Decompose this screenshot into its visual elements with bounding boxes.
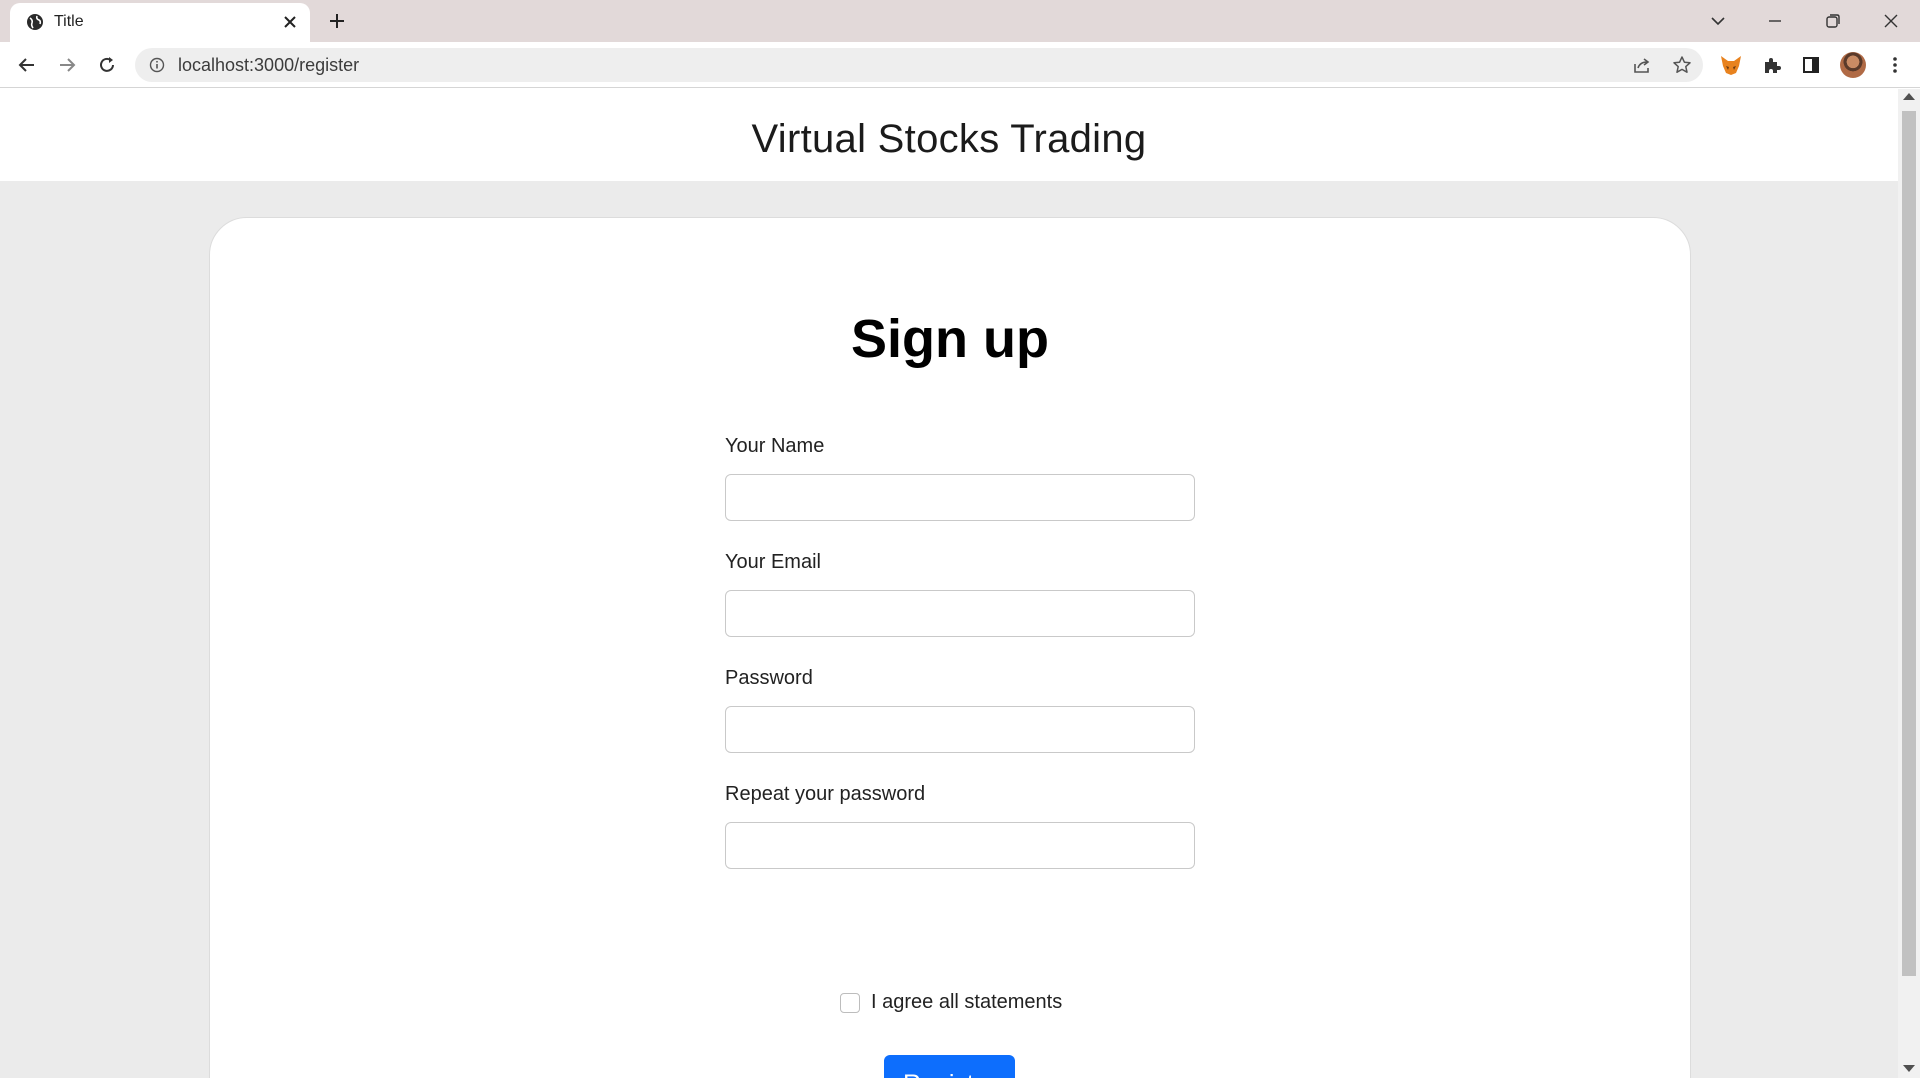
side-panel-icon[interactable] [1798, 52, 1824, 78]
fox-extension-icon[interactable] [1718, 52, 1744, 78]
forward-arrow-icon[interactable] [52, 50, 82, 80]
puzzle-icon[interactable] [1759, 52, 1785, 78]
scroll-up-arrow-icon[interactable] [1903, 93, 1915, 100]
address-bar[interactable]: localhost:3000/register [135, 48, 1703, 82]
star-icon[interactable] [1671, 54, 1693, 76]
url-text[interactable]: localhost:3000/register [178, 55, 359, 75]
register-button[interactable]: Register [884, 1055, 1015, 1078]
vertical-scrollbar[interactable] [1898, 89, 1920, 1078]
password-label: Password [725, 667, 813, 689]
site-header: Virtual Stocks Trading [0, 89, 1898, 181]
scrollbar-thumb[interactable] [1902, 111, 1916, 976]
back-arrow-icon[interactable] [12, 50, 42, 80]
browser-toolbar: localhost:3000/register [0, 42, 1920, 88]
signup-card: Sign up Your Name Your Email Password Re… [209, 217, 1691, 1078]
restore-icon[interactable] [1818, 6, 1848, 36]
browser-title-bar: Title [0, 0, 1920, 42]
chevron-down-icon[interactable] [1703, 6, 1733, 36]
agree-checkbox[interactable] [840, 992, 860, 1013]
avatar[interactable] [1840, 52, 1866, 78]
globe-icon [25, 12, 45, 32]
plus-icon[interactable] [325, 9, 349, 33]
email-label: Your Email [725, 551, 821, 573]
share-icon[interactable] [1631, 54, 1653, 76]
agree-label[interactable]: I agree all statements [871, 991, 1062, 1014]
kebab-menu-icon[interactable] [1882, 52, 1908, 78]
agree-row: I agree all statements [840, 991, 1062, 1014]
site-title: Virtual Stocks Trading [751, 116, 1147, 161]
name-field[interactable] [725, 474, 1195, 521]
reload-icon[interactable] [92, 50, 122, 80]
name-label: Your Name [725, 435, 825, 457]
password-field[interactable] [725, 706, 1195, 753]
minimize-icon[interactable] [1760, 6, 1790, 36]
repeat-password-field[interactable] [725, 822, 1195, 869]
name-group: Your Name [725, 433, 1195, 521]
repeat-password-group: Repeat your password [725, 781, 1195, 869]
signup-form: Your Name Your Email Password Repeat you… [725, 433, 1195, 897]
close-icon[interactable] [280, 12, 300, 32]
page-title: Sign up [851, 309, 1049, 369]
scroll-down-arrow-icon[interactable] [1903, 1065, 1915, 1072]
page-viewport: Virtual Stocks Trading Sign up Your Name… [0, 89, 1898, 1078]
close-window-icon[interactable] [1876, 6, 1906, 36]
repeat-password-label: Repeat your password [725, 783, 926, 805]
browser-tab[interactable]: Title [10, 3, 310, 42]
email-field[interactable] [725, 590, 1195, 637]
password-group: Password [725, 665, 1195, 753]
info-icon[interactable] [149, 57, 165, 73]
tab-title: Title [54, 13, 84, 30]
email-group: Your Email [725, 549, 1195, 637]
